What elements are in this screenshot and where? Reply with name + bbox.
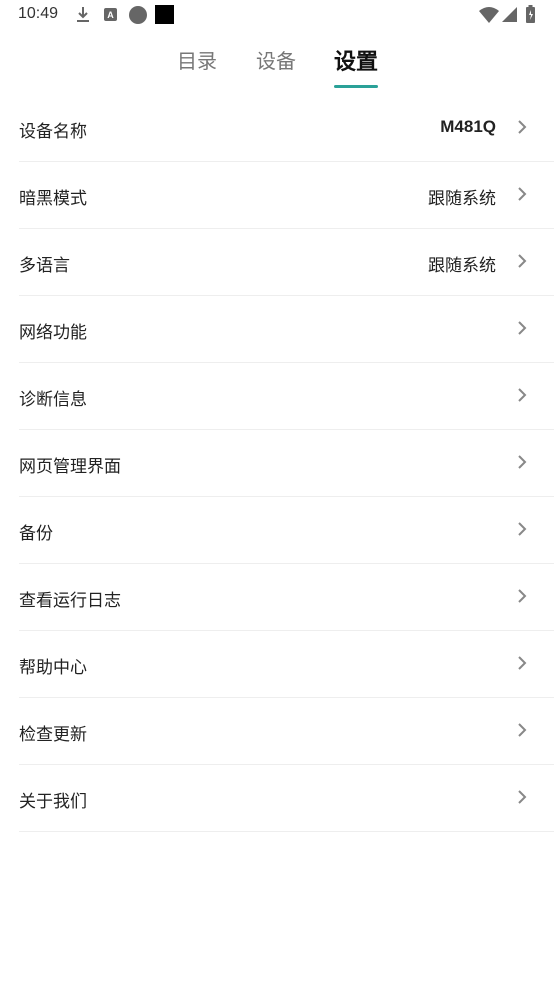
settings-list: 设备名称 M481Q 暗黑模式 跟随系统 多语言 跟随系统 网络功能 诊断信息 …	[0, 95, 554, 832]
settings-item-value: 跟随系统	[428, 256, 496, 276]
settings-item-device-name[interactable]: 设备名称 M481Q	[19, 95, 554, 162]
settings-item-label: 诊断信息	[19, 390, 87, 410]
top-tabs: 目录 设备 设置	[0, 40, 554, 90]
battery-icon	[526, 5, 535, 23]
settings-item-label: 查看运行日志	[19, 591, 121, 611]
settings-item-label: 设备名称	[19, 122, 87, 142]
settings-item-label: 检查更新	[19, 725, 87, 745]
chevron-right-icon	[518, 455, 527, 469]
svg-text:A: A	[107, 10, 114, 20]
chevron-right-icon	[518, 187, 527, 201]
settings-item-label: 多语言	[19, 256, 70, 276]
settings-item-logs[interactable]: 查看运行日志	[19, 564, 554, 631]
settings-item-diagnostics[interactable]: 诊断信息	[19, 363, 554, 430]
font-a-icon: A	[104, 8, 117, 21]
tab-devices[interactable]: 设备	[256, 45, 296, 74]
download-icon	[77, 7, 89, 22]
settings-item-help[interactable]: 帮助中心	[19, 631, 554, 698]
settings-item-label: 关于我们	[19, 792, 87, 812]
status-bar: 10:49 A	[0, 0, 554, 30]
chevron-right-icon	[518, 656, 527, 670]
settings-item-dark-mode[interactable]: 暗黑模式 跟随系统	[19, 162, 554, 229]
wifi-icon	[479, 7, 499, 23]
chevron-right-icon	[518, 254, 527, 268]
settings-item-network[interactable]: 网络功能	[19, 296, 554, 363]
active-tab-indicator	[334, 85, 378, 88]
settings-item-about[interactable]: 关于我们	[19, 765, 554, 832]
square-icon	[155, 5, 174, 24]
signal-icon	[502, 7, 517, 22]
settings-item-label: 备份	[19, 524, 53, 544]
chevron-right-icon	[518, 589, 527, 603]
settings-item-label: 帮助中心	[19, 658, 87, 678]
settings-item-value: 跟随系统	[428, 189, 496, 209]
chevron-right-icon	[518, 790, 527, 804]
settings-item-label: 暗黑模式	[19, 189, 87, 209]
settings-item-backup[interactable]: 备份	[19, 497, 554, 564]
settings-item-language[interactable]: 多语言 跟随系统	[19, 229, 554, 296]
chevron-right-icon	[518, 388, 527, 402]
settings-item-web-admin[interactable]: 网页管理界面	[19, 430, 554, 497]
circle-icon	[129, 6, 147, 24]
chevron-right-icon	[518, 723, 527, 737]
settings-item-check-update[interactable]: 检查更新	[19, 698, 554, 765]
settings-item-label: 网页管理界面	[19, 457, 121, 477]
status-time: 10:49	[18, 5, 59, 22]
chevron-right-icon	[518, 321, 527, 335]
settings-item-value: M481Q	[440, 117, 496, 136]
settings-item-label: 网络功能	[19, 323, 87, 343]
tab-settings[interactable]: 设置	[334, 44, 378, 76]
tab-catalog[interactable]: 目录	[177, 45, 217, 74]
chevron-right-icon	[518, 522, 527, 536]
chevron-right-icon	[518, 120, 527, 134]
